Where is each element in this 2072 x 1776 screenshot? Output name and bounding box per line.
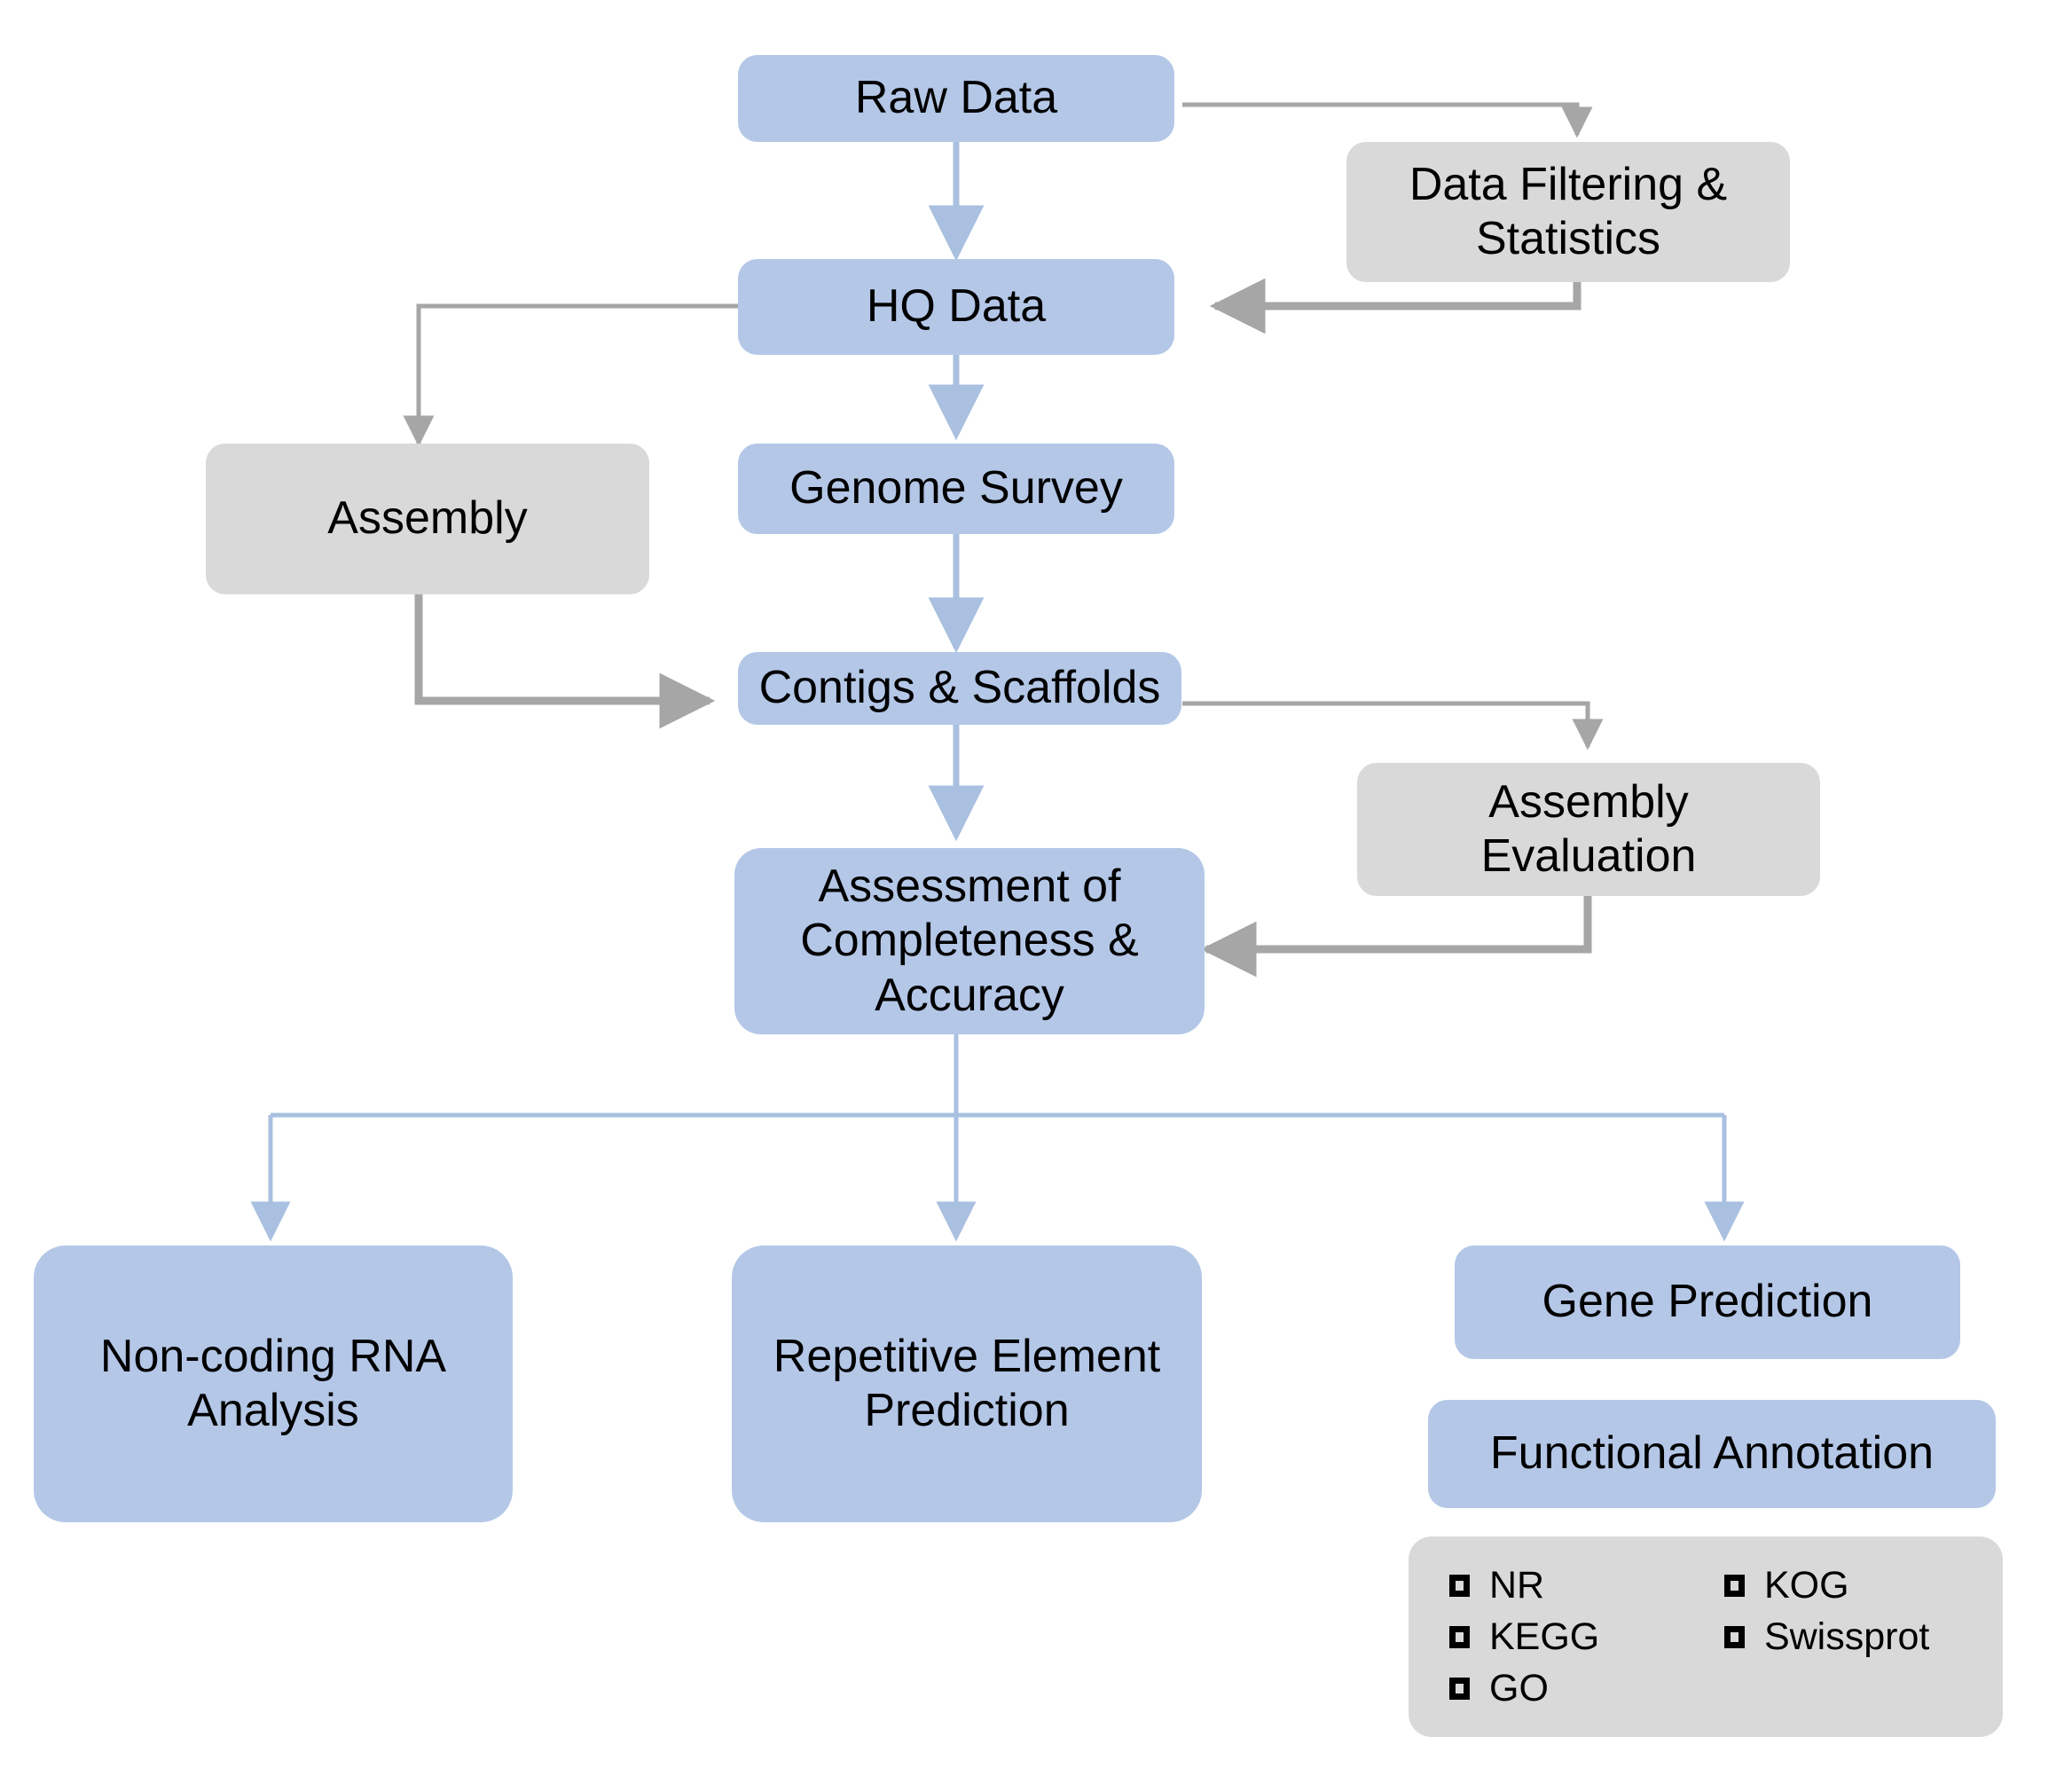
node-contigs-scaffolds[interactable]: Contigs & Scaffolds [738, 652, 1181, 725]
edge-data-filtering-to-hq-data [1209, 278, 1581, 334]
node-hq-data-label: HQ Data [866, 280, 1047, 333]
legend-column-left: NR KEGG GO [1449, 1560, 1673, 1713]
node-noncoding-rna-analysis[interactable]: Non-coding RNA Analysis [34, 1246, 513, 1522]
node-raw-data[interactable]: Raw Data [738, 55, 1174, 142]
checkbox-icon[interactable] [1449, 1574, 1470, 1597]
node-functional-annotation-label: Functional Annotation [1489, 1427, 1935, 1480]
node-assembly-evaluation[interactable]: Assembly Evaluation [1357, 763, 1820, 896]
legend-item-swissprot[interactable]: Swissprot [1723, 1612, 2003, 1662]
edge-assembly-to-contigs [414, 594, 716, 729]
legend-grid: NR KEGG GO KOG Swissprot [1449, 1560, 2003, 1713]
edge-hq-data-to-assembly [403, 303, 750, 447]
legend-item-nr[interactable]: NR [1449, 1560, 1673, 1610]
legend-item-go[interactable]: GO [1449, 1663, 1673, 1713]
node-data-filtering-statistics[interactable]: Data Filtering & Statistics [1346, 142, 1790, 282]
node-gene-prediction-label: Gene Prediction [1542, 1276, 1873, 1328]
edge-assembly-evaluation-to-assessment [1200, 896, 1592, 978]
node-assessment-completeness-accuracy[interactable]: Assessment of Completeness & Accuracy [734, 848, 1205, 1034]
node-genome-survey[interactable]: Genome Survey [738, 444, 1174, 534]
node-assembly-label: Assembly [327, 492, 528, 545]
legend-item-kegg-label: KEGG [1489, 1615, 1600, 1658]
node-genome-survey-label: Genome Survey [789, 462, 1123, 515]
edge-contigs-to-assembly-evaluation [1182, 701, 1604, 750]
node-repetitive-element-prediction[interactable]: Repetitive Element Prediction [732, 1246, 1202, 1522]
legend-item-go-label: GO [1489, 1666, 1549, 1709]
checkbox-icon[interactable] [1449, 1677, 1470, 1700]
node-repetitive-element-prediction-label: Repetitive Element Prediction [773, 1330, 1161, 1436]
node-noncoding-rna-analysis-label: Non-coding RNA Analysis [99, 1330, 447, 1436]
node-raw-data-label: Raw Data [854, 72, 1058, 124]
checkbox-icon[interactable] [1449, 1625, 1470, 1648]
legend-column-right: KOG Swissprot [1723, 1560, 2003, 1662]
node-assessment-completeness-accuracy-label: Assessment of Completeness & Accuracy [800, 860, 1139, 1021]
legend-item-nr-label: NR [1489, 1563, 1545, 1607]
legend-item-kegg[interactable]: KEGG [1449, 1612, 1673, 1662]
annotation-database-legend: NR KEGG GO KOG Swissprot [1409, 1536, 2003, 1737]
legend-item-kog-label: KOG [1763, 1563, 1849, 1607]
node-functional-annotation[interactable]: Functional Annotation [1428, 1400, 1996, 1508]
node-assembly-evaluation-label: Assembly Evaluation [1480, 775, 1697, 882]
node-assembly[interactable]: Assembly [206, 444, 649, 594]
node-hq-data[interactable]: HQ Data [738, 259, 1174, 355]
flowchart-canvas: Raw Data Data Filtering & Statistics HQ … [0, 0, 2072, 1776]
edge-raw-data-to-data-filtering [1182, 102, 1593, 138]
legend-item-swissprot-label: Swissprot [1763, 1615, 1930, 1658]
legend-item-kog[interactable]: KOG [1723, 1560, 2003, 1610]
node-contigs-scaffolds-label: Contigs & Scaffolds [758, 662, 1161, 714]
checkbox-icon[interactable] [1723, 1574, 1745, 1597]
node-data-filtering-statistics-label: Data Filtering & Statistics [1409, 158, 1728, 264]
node-gene-prediction[interactable]: Gene Prediction [1455, 1246, 1960, 1359]
checkbox-icon[interactable] [1723, 1625, 1745, 1648]
